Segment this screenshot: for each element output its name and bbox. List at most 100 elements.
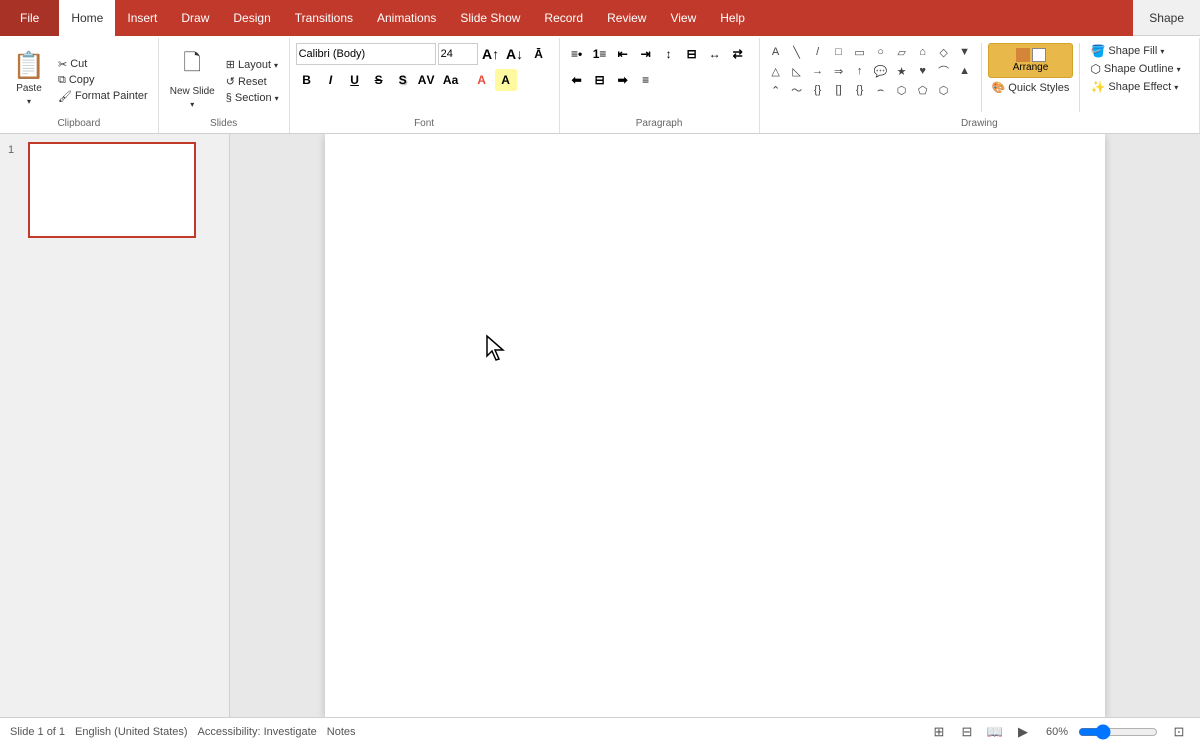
slide-sorter-button[interactable]: ⊟ xyxy=(956,721,978,743)
menu-insert[interactable]: Insert xyxy=(115,0,169,36)
menu-home[interactable]: Home xyxy=(59,0,115,36)
shape-fill-dropdown[interactable] xyxy=(1160,45,1164,57)
arc-shape-btn[interactable]: ⌢ xyxy=(871,81,891,99)
right-triangle-shape-btn[interactable]: ◺ xyxy=(787,62,807,80)
paste-dropdown[interactable] xyxy=(27,96,31,107)
arrow2-shape-btn[interactable]: ⇒ xyxy=(829,62,849,80)
curve-shape-btn[interactable]: ⌒ xyxy=(934,62,954,80)
layout-chevron[interactable] xyxy=(274,59,278,71)
align-left-button[interactable]: ⬅ xyxy=(566,69,588,91)
section-button[interactable]: § Section xyxy=(222,91,283,105)
italic-button[interactable]: I xyxy=(320,69,342,91)
text-shape-btn[interactable]: A xyxy=(766,43,786,61)
callout-shape-btn[interactable]: 💬 xyxy=(871,62,891,80)
underline-button[interactable]: U xyxy=(344,69,366,91)
justify-button[interactable]: ≡ xyxy=(635,69,657,91)
text-direction-button[interactable]: ↔ xyxy=(704,43,726,65)
new-slide-dropdown[interactable] xyxy=(190,99,194,110)
diamond-shape-btn[interactable]: ◇ xyxy=(934,43,954,61)
decrease-indent-button[interactable]: ⇤ xyxy=(612,43,634,65)
font-color-button[interactable]: A xyxy=(471,69,493,91)
menu-design[interactable]: Design xyxy=(221,0,282,36)
shape-fill-button[interactable]: 🪣 Shape Fill xyxy=(1086,43,1184,59)
zoom-slider[interactable] xyxy=(1078,724,1158,740)
columns-button[interactable]: ⊟ xyxy=(681,43,703,65)
shapes-scroll-down[interactable]: ▼ xyxy=(955,43,975,61)
menu-review[interactable]: Review xyxy=(595,0,658,36)
font-shrink-button[interactable]: A↓ xyxy=(504,43,526,65)
new-slide-button[interactable]: 🗋 New Slide xyxy=(165,40,220,116)
quick-styles-button[interactable]: 🎨 Quick Styles xyxy=(988,80,1074,95)
shape-effect-dropdown[interactable] xyxy=(1174,81,1178,93)
line-spacing-button[interactable]: ↕ xyxy=(658,43,680,65)
font-grow-button[interactable]: A↑ xyxy=(480,43,502,65)
normal-view-button[interactable]: ⊞ xyxy=(928,721,950,743)
reading-view-button[interactable]: 📖 xyxy=(984,721,1006,743)
arrow-shape-btn[interactable]: → xyxy=(808,62,828,80)
align-center-button[interactable]: ⊟ xyxy=(589,69,611,91)
menu-animations[interactable]: Animations xyxy=(365,0,448,36)
brace-shape-btn[interactable]: {} xyxy=(850,81,870,99)
line2-shape-btn[interactable]: / xyxy=(808,43,828,61)
freeform-shape-btn[interactable]: ⌃ xyxy=(766,81,786,99)
notes-button[interactable]: Notes xyxy=(327,726,356,738)
shape-outline-button[interactable]: ⬡ Shape Outline xyxy=(1086,61,1184,77)
highlight-button[interactable]: A xyxy=(495,69,517,91)
accessibility-label[interactable]: Accessibility: Investigate xyxy=(198,726,317,738)
shape-format-group: 🪣 Shape Fill ⬡ Shape Outline ✨ Shape Eff… xyxy=(1086,43,1184,95)
hexagon-shape-btn[interactable]: ⬡ xyxy=(934,81,954,99)
trapezoid-shape-btn[interactable]: ⌂ xyxy=(913,43,933,61)
arrange-button[interactable]: Arrange xyxy=(988,43,1074,78)
cut-button[interactable]: ✂ Cut xyxy=(54,57,152,72)
round-rect-shape-btn[interactable]: ▭ xyxy=(850,43,870,61)
copy-button[interactable]: ⧉ Copy xyxy=(54,73,152,88)
align-right-button[interactable]: ➡ xyxy=(612,69,634,91)
menu-draw[interactable]: Draw xyxy=(169,0,221,36)
convert-button[interactable]: ⇄ xyxy=(727,43,749,65)
equation-shape-btn[interactable]: {} xyxy=(808,81,828,99)
menu-transitions[interactable]: Transitions xyxy=(283,0,365,36)
font-size-input[interactable] xyxy=(438,43,478,65)
heart-shape-btn[interactable]: ♥ xyxy=(913,62,933,80)
canvas-area[interactable] xyxy=(230,134,1200,717)
menu-file[interactable]: File xyxy=(0,0,59,36)
slide-canvas[interactable] xyxy=(325,134,1105,717)
layout-button[interactable]: ⊞ Layout xyxy=(222,57,283,72)
menu-record[interactable]: Record xyxy=(532,0,595,36)
bullets-button[interactable]: ≡• xyxy=(566,43,588,65)
star-shape-btn[interactable]: ★ xyxy=(892,62,912,80)
slide-thumbnail-1[interactable] xyxy=(28,142,196,238)
bracket-shape-btn[interactable]: [] xyxy=(829,81,849,99)
line-shape-btn[interactable]: ╲ xyxy=(787,43,807,61)
rect-shape-btn[interactable]: □ xyxy=(829,43,849,61)
triangle-shape-btn[interactable]: △ xyxy=(766,62,786,80)
menu-slideshow[interactable]: Slide Show xyxy=(448,0,532,36)
format-painter-button[interactable]: 🖌 Format Painter xyxy=(54,89,152,104)
menu-view[interactable]: View xyxy=(658,0,708,36)
pentagon-shape-btn[interactable]: ⬠ xyxy=(913,81,933,99)
shadow-button[interactable]: S xyxy=(392,69,414,91)
parallelogram-shape-btn[interactable]: ▱ xyxy=(892,43,912,61)
font-clear-button[interactable]: Ā xyxy=(528,43,550,65)
strikethrough-button[interactable]: S xyxy=(368,69,390,91)
change-case-button[interactable]: Aa xyxy=(440,69,462,91)
numbering-button[interactable]: 1≡ xyxy=(589,43,611,65)
increase-indent-button[interactable]: ⇥ xyxy=(635,43,657,65)
scribble-shape-btn[interactable]: 〜 xyxy=(787,81,807,99)
arrow3-shape-btn[interactable]: ↑ xyxy=(850,62,870,80)
bold-button[interactable]: B xyxy=(296,69,318,91)
shape-outline-dropdown[interactable] xyxy=(1177,63,1181,75)
shape-effect-button[interactable]: ✨ Shape Effect xyxy=(1086,79,1184,95)
slideshow-view-button[interactable]: ▶ xyxy=(1012,721,1034,743)
chevron-shape-btn[interactable]: ⬡ xyxy=(892,81,912,99)
menu-help[interactable]: Help xyxy=(708,0,757,36)
char-spacing-button[interactable]: AV xyxy=(416,69,438,91)
font-family-input[interactable] xyxy=(296,43,436,65)
oval-shape-btn[interactable]: ○ xyxy=(871,43,891,61)
reset-button[interactable]: ↺ Reset xyxy=(222,74,283,89)
section-chevron[interactable] xyxy=(275,92,279,104)
fit-slide-button[interactable]: ⊡ xyxy=(1168,721,1190,743)
paste-button[interactable]: 📋 Paste xyxy=(6,40,52,116)
shapes-scroll-up[interactable]: ▲ xyxy=(955,62,975,80)
slide-panel[interactable]: 1 xyxy=(0,134,230,717)
